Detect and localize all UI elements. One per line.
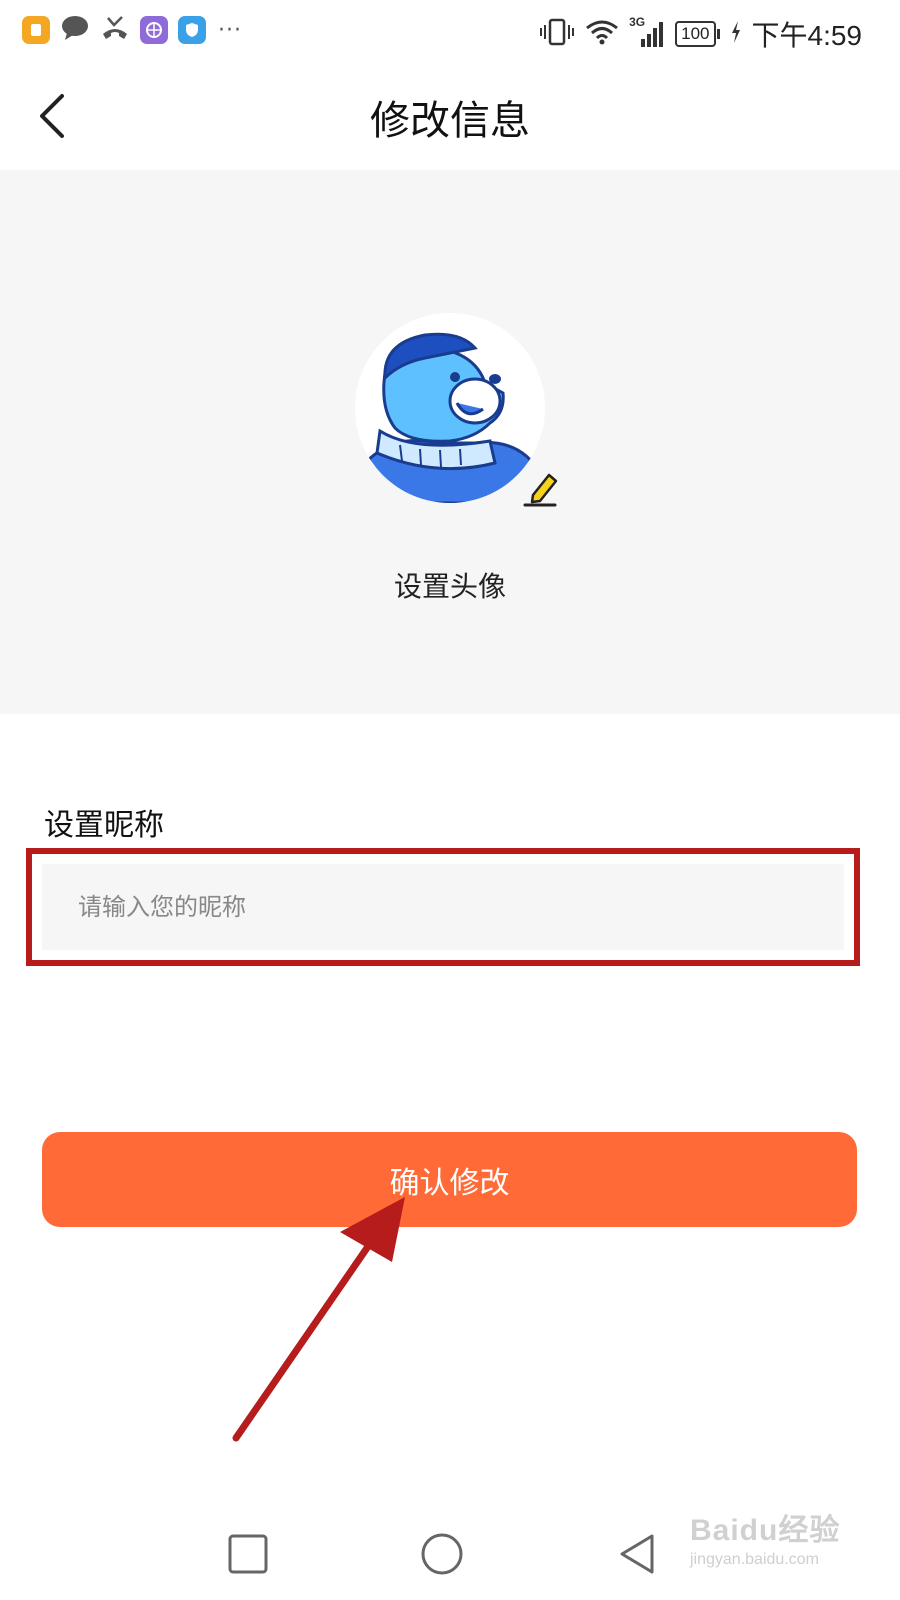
recent-apps-button[interactable] (222, 1528, 274, 1580)
app-notification-icon (22, 16, 50, 44)
nickname-highlight-box (26, 848, 860, 966)
clock: 下午4:59 (751, 20, 863, 51)
nickname-label: 设置昵称 (44, 808, 164, 843)
avatar[interactable] (355, 313, 545, 503)
nickname-input[interactable] (42, 864, 844, 950)
baidu-jingyan-watermark: Baidu经验 jingyan.baidu.com (690, 1505, 870, 1585)
vibrate-icon (539, 17, 575, 51)
page-title: 修改信息 (370, 98, 530, 144)
title-bar: 修改信息 (0, 60, 900, 170)
browser-app-icon (140, 16, 168, 44)
square-icon (228, 1534, 268, 1574)
avatar-section: 设置头像 (0, 170, 900, 714)
battery-icon: 100 (675, 21, 720, 47)
cellular-signal-icon: 3G (629, 15, 665, 49)
battery-level: 100 (675, 21, 716, 47)
confirm-button[interactable]: 确认修改 (42, 1132, 857, 1227)
missed-call-icon (100, 14, 130, 46)
notification-icons: ··· (22, 14, 242, 46)
watermark-sub-text: jingyan.baidu.com (690, 1551, 819, 1568)
wifi-icon (585, 18, 619, 50)
otter-mascot-image (355, 313, 545, 503)
charging-icon (730, 20, 742, 48)
system-indicators: 3G 100 下午4:59 (539, 14, 862, 54)
home-button[interactable] (416, 1528, 468, 1580)
avatar-picker[interactable] (355, 313, 558, 507)
shield-app-icon (178, 16, 206, 44)
triangle-back-icon (620, 1534, 654, 1574)
message-icon (60, 14, 90, 46)
more-notifications-indicator: ··· (218, 17, 242, 43)
status-bar: ··· 3G 100 下午4:59 (0, 0, 900, 60)
circle-icon (421, 1533, 463, 1575)
watermark-main-text: Baidu经验 (690, 1514, 841, 1547)
set-avatar-label[interactable]: 设置头像 (0, 565, 900, 605)
nav-back-button[interactable] (612, 1528, 664, 1580)
edit-pencil-icon[interactable] (521, 469, 561, 509)
